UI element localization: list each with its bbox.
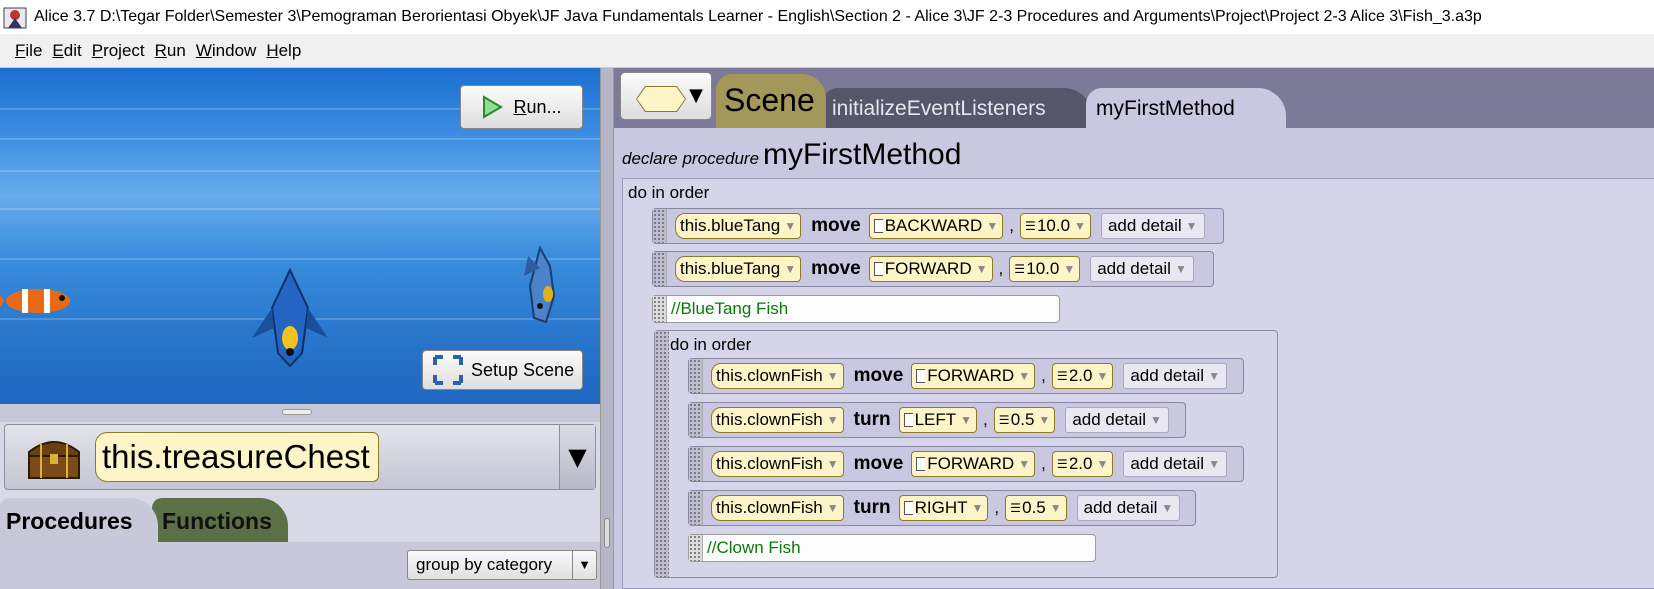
procedure-name: myFirstMethod xyxy=(763,138,962,171)
statement-row[interactable]: this.clownFish ▼ turn LEFT ▼ , ☰ 0.5 ▼ add d… xyxy=(688,402,1186,438)
direction-tile[interactable]: LEFT ▼ xyxy=(898,407,978,433)
drag-handle[interactable] xyxy=(653,252,667,286)
menu-window[interactable]: Window xyxy=(196,41,256,61)
tab-procedures[interactable]: Procedures xyxy=(0,498,158,542)
drag-handle[interactable] xyxy=(689,447,703,481)
tab-initialize-event-listeners[interactable]: initializeEventListeners xyxy=(822,88,1092,128)
vertical-splitter[interactable] xyxy=(600,68,614,589)
wave-line xyxy=(0,208,600,210)
procedure-verb: move xyxy=(853,453,904,474)
amount-tile[interactable]: ☰ 10.0 ▼ xyxy=(1009,256,1081,282)
procedure-verb: move xyxy=(853,365,904,386)
statement-row[interactable]: this.clownFish ▼ move FORWARD ▼ , ☰ 2.0 ▼ ad… xyxy=(688,446,1244,482)
object-tile[interactable]: this.clownFish ▼ xyxy=(711,495,844,521)
menu-file[interactable]: File xyxy=(15,41,42,61)
object-tile[interactable]: this.clownFish ▼ xyxy=(711,451,844,477)
selected-object-name: this.treasureChest xyxy=(95,432,379,482)
amount-tile[interactable]: ☰ 0.5 ▼ xyxy=(993,407,1056,433)
add-detail-button[interactable]: add detail ▼ xyxy=(1100,213,1205,239)
menu-edit[interactable]: Edit xyxy=(52,41,81,61)
statement-row[interactable]: this.clownFish ▼ move FORWARD ▼ , ☰ 2.0 ▼ ad… xyxy=(688,358,1244,394)
blue-tang-model-2[interactable] xyxy=(520,246,564,326)
direction-tile[interactable]: FORWARD ▼ xyxy=(911,451,1036,477)
menu-run[interactable]: Run xyxy=(155,41,186,61)
window-title: Alice 3.7 D:\Tegar Folder\Semester 3\Pem… xyxy=(34,8,1482,25)
comment-block[interactable]: //Clown Fish xyxy=(688,534,1096,562)
direction-tile[interactable]: BACKWARD ▼ xyxy=(868,213,1004,239)
splitter-grip[interactable] xyxy=(282,409,312,415)
tab-functions[interactable]: Functions xyxy=(152,498,288,542)
palette-tabs: Functions Procedures xyxy=(0,494,600,542)
tab-scene[interactable]: Scene xyxy=(716,74,826,128)
drag-handle[interactable] xyxy=(655,331,669,577)
procedure-verb: move xyxy=(811,258,861,279)
drag-handle[interactable] xyxy=(653,209,667,243)
add-detail-button[interactable]: add detail ▼ xyxy=(1123,363,1227,389)
wave-line xyxy=(0,170,600,172)
alice-app-icon xyxy=(2,4,28,30)
splitter-grip[interactable] xyxy=(604,518,610,548)
direction-tile[interactable]: FORWARD ▼ xyxy=(911,363,1036,389)
object-tile[interactable]: this.blueTang ▼ xyxy=(675,256,802,282)
menu-bar: File Edit Project Run Window Help xyxy=(0,34,1654,68)
procedure-verb: turn xyxy=(853,409,891,430)
selected-object-selector[interactable]: this.treasureChest ▼ xyxy=(4,424,596,490)
tab-my-first-method[interactable]: myFirstMethod xyxy=(1086,88,1286,128)
add-detail-button[interactable]: add detail ▼ xyxy=(1090,256,1194,282)
wave-line xyxy=(0,258,600,260)
add-detail-button[interactable]: add detail ▼ xyxy=(1123,451,1227,477)
amount-tile[interactable]: ☰ 10.0 ▼ xyxy=(1019,213,1091,239)
palette-panel: group by category ▼ xyxy=(0,542,600,589)
play-icon xyxy=(483,95,504,119)
drag-handle[interactable] xyxy=(689,491,703,525)
title-bar: Alice 3.7 D:\Tegar Folder\Semester 3\Pem… xyxy=(0,0,1654,34)
object-tile[interactable]: this.clownFish ▼ xyxy=(711,363,844,389)
run-button[interactable]: Run... xyxy=(460,85,583,129)
procedure-declaration: declare procedure myFirstMethod xyxy=(622,138,962,171)
blue-tang-model[interactable] xyxy=(250,268,330,368)
amount-tile[interactable]: ☰ 2.0 ▼ xyxy=(1051,451,1114,477)
wave-line xyxy=(0,138,600,140)
drag-handle[interactable] xyxy=(689,403,703,437)
do-in-order-label: do in order xyxy=(628,183,710,202)
direction-tile[interactable]: RIGHT ▼ xyxy=(898,495,989,521)
chevron-down-icon: ▼ xyxy=(572,551,596,579)
scene-view[interactable]: Run... Setup Scene xyxy=(0,68,600,404)
drag-handle[interactable] xyxy=(653,296,667,322)
object-tile[interactable]: this.clownFish ▼ xyxy=(711,407,844,433)
editor-tab-bar: ▼ initializeEventListeners Scene myFirst… xyxy=(614,68,1654,128)
direction-tile[interactable]: FORWARD ▼ xyxy=(868,256,993,282)
group-by-select[interactable]: group by category ▼ xyxy=(407,550,597,580)
statement-row[interactable]: this.clownFish ▼ turn RIGHT ▼ , ☰ 0.5 ▼ add … xyxy=(688,490,1196,526)
clownfish-model[interactable] xyxy=(0,281,75,321)
setup-scene-button[interactable]: Setup Scene xyxy=(422,350,583,390)
chevron-down-icon[interactable]: ▼ xyxy=(559,425,595,489)
comment-block[interactable]: //BlueTang Fish xyxy=(652,295,1060,323)
object-tile[interactable]: this.blueTang ▼ xyxy=(675,213,802,239)
procedure-verb: turn xyxy=(853,497,891,518)
amount-tile[interactable]: ☰ 0.5 ▼ xyxy=(1005,495,1067,521)
treasure-chest-icon xyxy=(28,441,80,479)
inner-do-in-order-label: do in order xyxy=(670,335,752,354)
add-detail-button[interactable]: add detail ▼ xyxy=(1076,495,1181,521)
type-selector-button[interactable]: ▼ xyxy=(620,72,712,120)
statement-row[interactable]: this.blueTang ▼ move FORWARD ▼ , ☰ 10.0 ▼ ad… xyxy=(652,251,1214,287)
horizontal-splitter[interactable] xyxy=(0,404,600,422)
drag-handle[interactable] xyxy=(689,359,703,393)
chevron-down-icon: ▼ xyxy=(689,85,703,106)
add-detail-button[interactable]: add detail ▼ xyxy=(1065,407,1169,433)
setup-scene-icon xyxy=(433,355,463,385)
drag-handle[interactable] xyxy=(689,535,703,561)
amount-tile[interactable]: ☰ 2.0 ▼ xyxy=(1051,363,1114,389)
statement-row[interactable]: this.blueTang ▼ move BACKWARD ▼ , ☰ 10.0 ▼ a… xyxy=(652,208,1224,244)
menu-project[interactable]: Project xyxy=(92,41,145,61)
procedure-verb: move xyxy=(811,215,861,236)
menu-help[interactable]: Help xyxy=(266,41,301,61)
